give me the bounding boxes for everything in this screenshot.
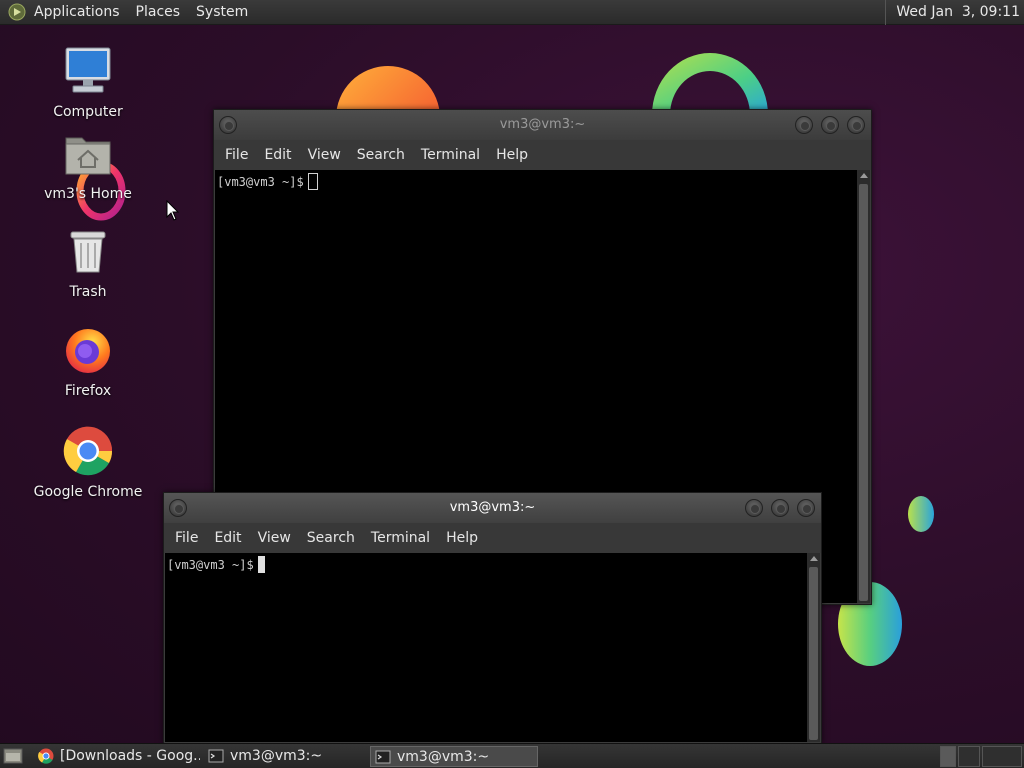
terminal-icon [208, 749, 224, 763]
terminal-scrollbar[interactable] [857, 170, 870, 603]
shell-prompt: [vm3@vm3 ~]$ [167, 558, 254, 572]
applications-menu[interactable]: Applications [26, 0, 128, 25]
scrollbar-thumb[interactable] [809, 567, 818, 740]
applications-logo-icon[interactable] [8, 3, 26, 21]
window-menu-button[interactable] [169, 499, 187, 517]
terminal-menubar: File Edit View Search Terminal Help [214, 140, 871, 170]
menu-help[interactable]: Help [488, 140, 536, 170]
wallpaper-small-drop [908, 496, 934, 532]
scroll-up-arrow-icon[interactable] [810, 556, 818, 561]
desktop-icon-label: vm3's Home [44, 186, 132, 202]
workspace-2[interactable] [958, 746, 980, 767]
text-cursor [257, 556, 265, 573]
chrome-icon [63, 426, 113, 476]
close-button[interactable] [797, 499, 815, 517]
menu-search[interactable]: Search [349, 140, 413, 170]
scroll-up-arrow-icon[interactable] [860, 173, 868, 178]
firefox-icon [66, 329, 110, 373]
desktop-icon-home[interactable]: vm3's Home [33, 128, 143, 202]
bottom-taskbar: [Downloads - Goog... vm3@vm3:~ vm3@vm3:~ [0, 743, 1024, 768]
menu-edit[interactable]: Edit [256, 140, 299, 170]
minimize-button[interactable] [745, 499, 763, 517]
desktop-icon-trash[interactable]: Trash [33, 226, 143, 300]
text-cursor [307, 173, 318, 190]
taskbar-item-chrome[interactable]: [Downloads - Goog... [34, 746, 200, 767]
window-titlebar[interactable]: vm3@vm3:~ [164, 493, 821, 523]
window-menu-button[interactable] [219, 116, 237, 134]
desktop-icon-firefox[interactable]: Firefox [33, 325, 143, 399]
terminal-output[interactable]: [vm3@vm3 ~]$ [165, 553, 807, 742]
taskbar-item-terminal-1[interactable]: vm3@vm3:~ [204, 746, 364, 767]
home-folder-icon [65, 137, 111, 175]
shell-prompt: [vm3@vm3 ~]$ [217, 175, 304, 189]
menu-file[interactable]: File [167, 523, 206, 553]
terminal-window-front[interactable]: vm3@vm3:~ File Edit View Search Terminal… [163, 492, 822, 744]
workspace-1[interactable] [940, 746, 956, 767]
scrollbar-thumb[interactable] [859, 184, 868, 601]
taskbar-item-terminal-2[interactable]: vm3@vm3:~ [370, 746, 538, 767]
close-button[interactable] [847, 116, 865, 134]
desktop-icon-label: Computer [53, 104, 123, 120]
menu-view[interactable]: View [300, 140, 349, 170]
terminal-menubar: File Edit View Search Terminal Help [164, 523, 821, 553]
panel-clock[interactable]: Wed Jan 3, 09:11 [885, 0, 1020, 25]
terminal-icon [375, 750, 391, 764]
taskbar-item-label: [Downloads - Goog... [60, 748, 200, 764]
menu-help[interactable]: Help [438, 523, 486, 553]
taskbar-item-label: vm3@vm3:~ [230, 748, 323, 764]
terminal-scrollbar[interactable] [807, 553, 820, 742]
window-titlebar[interactable]: vm3@vm3:~ [214, 110, 871, 140]
places-menu[interactable]: Places [128, 0, 189, 25]
menu-file[interactable]: File [217, 140, 256, 170]
desktop-icon-label: Firefox [64, 383, 112, 399]
window-title: vm3@vm3:~ [449, 500, 536, 515]
menu-terminal[interactable]: Terminal [363, 523, 438, 553]
desktop-icon-computer[interactable]: Computer [33, 46, 143, 120]
window-title: vm3@vm3:~ [499, 117, 586, 132]
maximize-button[interactable] [821, 116, 839, 134]
system-menu[interactable]: System [188, 0, 256, 25]
computer-icon [65, 47, 111, 93]
trash-icon [70, 231, 106, 273]
desktop-icon-label: Google Chrome [33, 484, 143, 500]
menu-edit[interactable]: Edit [206, 523, 249, 553]
menu-view[interactable]: View [250, 523, 299, 553]
desktop-icon-chrome[interactable]: Google Chrome [33, 426, 143, 500]
maximize-button[interactable] [771, 499, 789, 517]
mouse-pointer-icon [166, 200, 180, 221]
menu-search[interactable]: Search [299, 523, 363, 553]
desktop-icon-label: Trash [69, 284, 107, 300]
wallpaper-green-arc [652, 53, 768, 115]
minimize-button[interactable] [795, 116, 813, 134]
chrome-icon [38, 748, 54, 764]
menu-terminal[interactable]: Terminal [413, 140, 488, 170]
show-desktop-icon[interactable] [3, 748, 23, 765]
taskbar-item-label: vm3@vm3:~ [397, 749, 490, 765]
workspace-3[interactable] [982, 746, 1022, 767]
top-panel: Applications Places System Wed Jan 3, 09… [0, 0, 1024, 25]
